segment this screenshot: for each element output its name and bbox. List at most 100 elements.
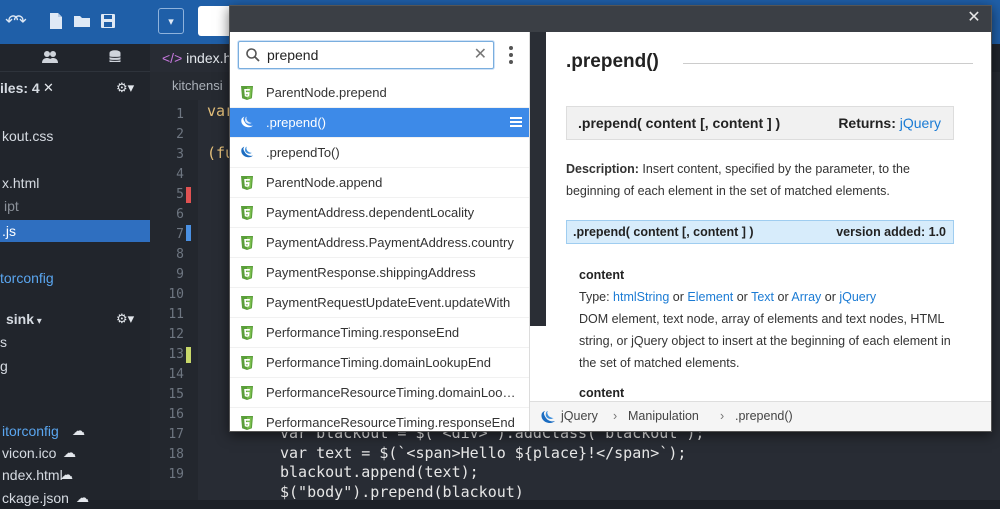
param-type-label: Type: <box>579 290 614 304</box>
jquery-icon <box>240 115 254 131</box>
project-label: sink <box>6 311 35 327</box>
gear-icon[interactable]: ⚙▾ <box>116 80 134 96</box>
redo-icon[interactable]: ↷ <box>8 10 32 32</box>
database-icon[interactable] <box>109 50 121 67</box>
result-item[interactable]: PaymentAddress.dependentLocality <box>230 198 529 228</box>
search-field[interactable]: ✕ <box>238 41 494 69</box>
result-label: PaymentResponse.shippingAddress <box>266 265 476 280</box>
sidebar-item-label: torconfig <box>0 270 54 286</box>
close-all-icon[interactable]: ✕ <box>43 80 54 96</box>
code-line: blackout.append(text); <box>280 463 479 481</box>
cloud-icon: ☁ <box>76 490 89 505</box>
tab-label: index.ht <box>186 50 236 66</box>
or-text: or <box>669 290 688 304</box>
search-input[interactable] <box>267 44 467 66</box>
jquery-icon <box>541 411 555 423</box>
param-name: content <box>579 386 625 400</box>
breadcrumb-item[interactable]: Manipulation <box>628 409 699 423</box>
html5-icon <box>240 175 254 191</box>
popup-titlebar: ✕ <box>230 6 991 32</box>
code-line: $("body").prepend(blackout) <box>280 483 524 501</box>
line-gutter: 1 2 3 4 5 6 7 8 9 10 11 12 13 14 15 16 1… <box>150 100 198 500</box>
users-icon[interactable] <box>42 50 58 67</box>
result-item[interactable]: ParentNode.prepend <box>230 78 529 108</box>
result-label: PerformanceResourceTiming.domainLoo… <box>266 385 516 400</box>
result-item[interactable]: PerformanceTiming.domainLookupEnd <box>230 348 529 378</box>
close-icon[interactable]: ✕ <box>965 8 983 28</box>
sidebar-item-label: .js <box>2 223 16 239</box>
type-link[interactable]: Array <box>791 290 821 304</box>
breadcrumb-separator: › <box>613 409 618 423</box>
signature-box: .prepend( content [, content ] ) Returns… <box>566 106 954 140</box>
sidebar-item-label: s <box>0 334 7 350</box>
line-number: 19 <box>168 467 184 482</box>
menu-icon[interactable] <box>510 117 522 127</box>
result-item[interactable]: PerformanceResourceTiming.responseEnd <box>230 408 529 431</box>
sidebar-item[interactable]: s <box>0 331 150 353</box>
sidebar-item[interactable]: ckage.json <box>0 487 150 509</box>
html5-icon <box>240 295 254 311</box>
breadcrumb-separator: › <box>720 409 725 423</box>
html5-icon <box>240 205 254 221</box>
sidebar-item-label: ipt <box>4 198 19 214</box>
returns-prefix: Returns: <box>838 115 896 131</box>
sidebar-item-label: ndex.html <box>2 467 63 483</box>
pane-divider[interactable] <box>530 32 546 326</box>
returns-type-link[interactable]: jQuery <box>900 115 941 131</box>
sidebar-item-label: itorconfig <box>2 423 59 439</box>
version-box: .prepend( content [, content ] ) version… <box>566 220 954 244</box>
result-item[interactable]: PaymentResponse.shippingAddress <box>230 258 529 288</box>
result-item[interactable]: PaymentRequestUpdateEvent.updateWith <box>230 288 529 318</box>
param-block: content Type: htmlString or Element or T… <box>579 264 959 374</box>
save-icon[interactable] <box>96 10 120 32</box>
sidebar-item-label: x.html <box>2 175 40 191</box>
result-item[interactable]: PaymentAddress.PaymentAddress.country <box>230 228 529 258</box>
type-link[interactable]: htmlString <box>613 290 669 304</box>
project-gear-icon[interactable]: ⚙▾ <box>116 311 134 327</box>
html5-icon <box>240 415 254 431</box>
result-item-selected[interactable]: .prepend() <box>230 108 529 138</box>
sidebar-item-label: kout.css <box>2 128 54 144</box>
open-files-label: iles: 4 <box>0 80 40 96</box>
more-options-icon[interactable] <box>506 46 516 64</box>
new-file-icon[interactable] <box>44 10 68 32</box>
sidebar-item[interactable]: kout.css <box>0 125 150 147</box>
sidebar-item[interactable]: x.html <box>0 172 150 194</box>
result-item[interactable]: ParentNode.append <box>230 168 529 198</box>
chevron-down-icon[interactable]: ▾ <box>158 8 184 34</box>
type-link[interactable]: Element <box>687 290 733 304</box>
sidebar-item-label: g <box>0 358 8 374</box>
result-label: .prependTo() <box>266 145 340 160</box>
sidebar-item[interactable]: ndex.html <box>0 464 150 486</box>
result-label: ParentNode.append <box>266 175 383 190</box>
sidebar-item[interactable]: ipt <box>0 195 150 217</box>
result-item[interactable]: .prependTo() <box>230 138 529 168</box>
html5-icon <box>240 325 254 341</box>
sidebar-item-label: vicon.ico <box>2 445 57 461</box>
open-folder-icon[interactable] <box>70 10 94 32</box>
sidebar-item-selected[interactable]: .js <box>0 220 150 242</box>
result-label: PaymentAddress.dependentLocality <box>266 205 475 220</box>
breadcrumb-item[interactable]: .prepend() <box>735 409 793 423</box>
sidebar-item[interactable]: g <box>0 355 150 377</box>
param-name: content <box>579 268 625 282</box>
search-icon <box>246 48 260 62</box>
cloud-icon: ☁ <box>63 445 76 460</box>
sidebar-item[interactable]: torconfig <box>0 267 150 289</box>
result-label: ParentNode.prepend <box>266 85 387 100</box>
returns-label: Returns: jQuery <box>838 115 941 131</box>
or-text: or <box>821 290 840 304</box>
type-link[interactable]: Text <box>751 290 774 304</box>
breadcrumb-item[interactable]: jQuery <box>561 409 598 423</box>
result-item[interactable]: PerformanceResourceTiming.domainLoo… <box>230 378 529 408</box>
version-signature: .prepend( content [, content ] ) <box>573 225 754 239</box>
jquery-icon <box>240 145 254 161</box>
version-added: version added: 1.0 <box>836 225 946 239</box>
title-rule <box>683 63 973 64</box>
clear-icon[interactable]: ✕ <box>474 45 487 65</box>
type-link[interactable]: jQuery <box>839 290 876 304</box>
html5-icon <box>240 355 254 371</box>
result-item[interactable]: PerformanceTiming.responseEnd <box>230 318 529 348</box>
result-label: PerformanceTiming.responseEnd <box>266 325 460 340</box>
results-pane: ✕ ParentNode.prepend .prepend() .prependTo… <box>230 32 530 431</box>
